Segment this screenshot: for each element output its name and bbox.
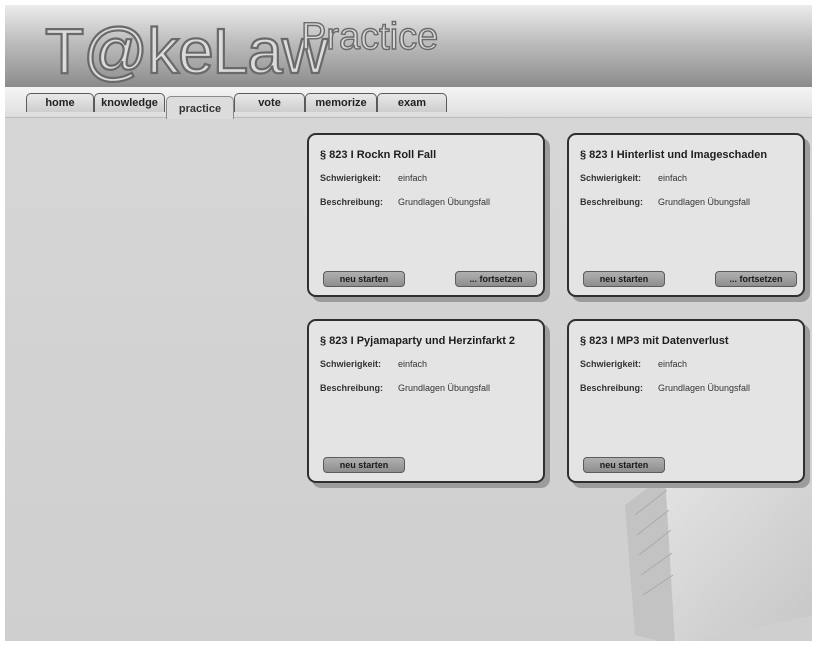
description-value: Grundlagen Übungsfall <box>398 197 491 207</box>
case-title: § 823 I Pyjamaparty und Herzinfarkt 2 <box>320 335 516 347</box>
tab-practice[interactable]: practice <box>166 96 234 119</box>
description-value: Grundlagen Übungsfall <box>658 383 751 393</box>
case-card: § 823 I Pyjamaparty und Herzinfarkt 2 Sc… <box>307 319 545 483</box>
description-label: Beschreibung: <box>580 197 644 207</box>
case-title: § 823 I MP3 mit Datenverlust <box>580 335 729 347</box>
description-value: Grundlagen Übungsfall <box>658 197 751 207</box>
app-frame: T@keLaw Practice home knowledge practice… <box>5 5 812 641</box>
logo-subtitle: Practice <box>301 16 438 58</box>
restart-button[interactable]: neu starten <box>583 457 665 473</box>
difficulty-label: Schwierigkeit: <box>580 359 642 369</box>
header: T@keLaw Practice <box>5 5 812 87</box>
tab-exam[interactable]: exam <box>377 93 447 112</box>
logo[interactable]: T@keLaw Practice <box>5 5 465 87</box>
restart-button[interactable]: neu starten <box>323 271 405 287</box>
difficulty-value: einfach <box>398 173 428 183</box>
difficulty-value: einfach <box>658 173 688 183</box>
difficulty-value: einfach <box>658 359 688 369</box>
tab-vote[interactable]: vote <box>234 93 305 112</box>
difficulty-label: Schwierigkeit: <box>320 173 382 183</box>
description-label: Beschreibung: <box>580 383 644 393</box>
tab-home[interactable]: home <box>26 93 94 112</box>
description-label: Beschreibung: <box>320 197 384 207</box>
difficulty-value: einfach <box>398 359 428 369</box>
case-card: § 823 I Hinterlist und Imageschaden Schw… <box>567 133 805 297</box>
tab-memorize[interactable]: memorize <box>305 93 377 112</box>
case-card: § 823 I Rockn Roll Fall Schwierigkeit: e… <box>307 133 545 297</box>
case-card: § 823 I MP3 mit Datenverlust Schwierigke… <box>567 319 805 483</box>
book-illustration <box>625 475 812 641</box>
difficulty-label: Schwierigkeit: <box>580 173 642 183</box>
restart-button[interactable]: neu starten <box>323 457 405 473</box>
tab-knowledge[interactable]: knowledge <box>94 93 165 112</box>
case-title: § 823 I Rockn Roll Fall <box>320 149 437 161</box>
description-value: Grundlagen Übungsfall <box>398 383 491 393</box>
logo-brand: T@keLaw <box>45 15 329 87</box>
nav-bar: home knowledge practice vote memorize ex… <box>5 87 812 119</box>
description-label: Beschreibung: <box>320 383 384 393</box>
case-title: § 823 I Hinterlist und Imageschaden <box>580 149 768 161</box>
continue-button[interactable]: ... fortsetzen <box>715 271 797 287</box>
restart-button[interactable]: neu starten <box>583 271 665 287</box>
continue-button[interactable]: ... fortsetzen <box>455 271 537 287</box>
difficulty-label: Schwierigkeit: <box>320 359 382 369</box>
